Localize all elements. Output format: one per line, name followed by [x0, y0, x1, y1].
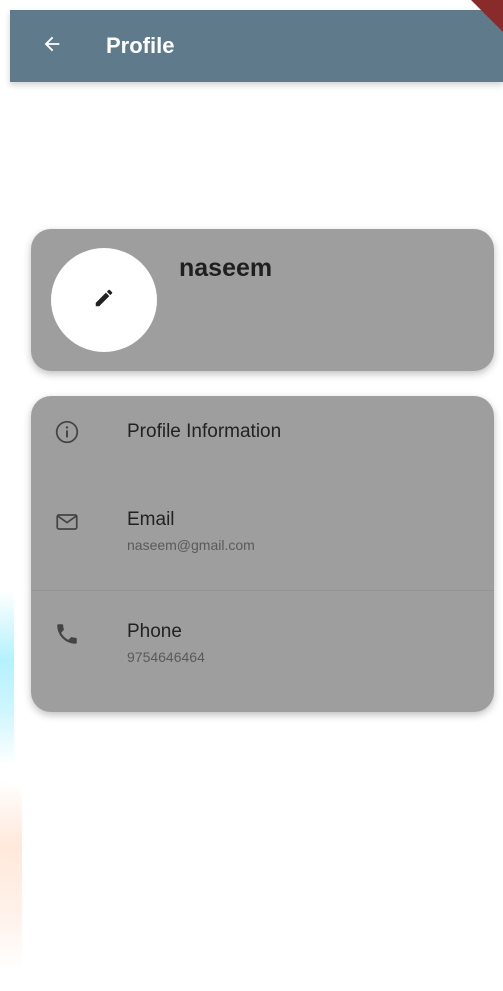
- phone-value: 9754646464: [127, 649, 205, 665]
- debug-banner: [471, 0, 503, 32]
- mail-icon: [53, 508, 81, 536]
- user-name: naseem: [179, 254, 273, 282]
- profile-information-label: Profile Information: [127, 421, 282, 442]
- arrow-back-icon: [41, 33, 63, 60]
- background-decoration-cyan: [0, 590, 14, 765]
- email-row[interactable]: Email naseem@gmail.com: [31, 492, 494, 588]
- profile-info-card: Profile Information Email naseem@gmail.c…: [31, 396, 494, 712]
- phone-label: Phone: [127, 621, 182, 642]
- row-divider: [31, 590, 494, 591]
- email-label: Email: [127, 509, 175, 530]
- profile-card: naseem: [31, 229, 494, 371]
- profile-screen: Profile naseem Profile Information Email…: [0, 0, 503, 991]
- pencil-icon: [93, 287, 115, 314]
- background-decoration-orange: [0, 780, 22, 970]
- phone-icon: [53, 620, 81, 648]
- back-button[interactable]: [34, 28, 70, 64]
- phone-row[interactable]: Phone 9754646464: [31, 604, 494, 700]
- email-value: naseem@gmail.com: [127, 537, 255, 553]
- avatar-edit-button[interactable]: [51, 248, 157, 352]
- app-bar: Profile: [10, 10, 503, 82]
- page-title: Profile: [106, 33, 175, 58]
- info-icon: [53, 418, 81, 446]
- info-header-row: Profile Information: [31, 396, 494, 472]
